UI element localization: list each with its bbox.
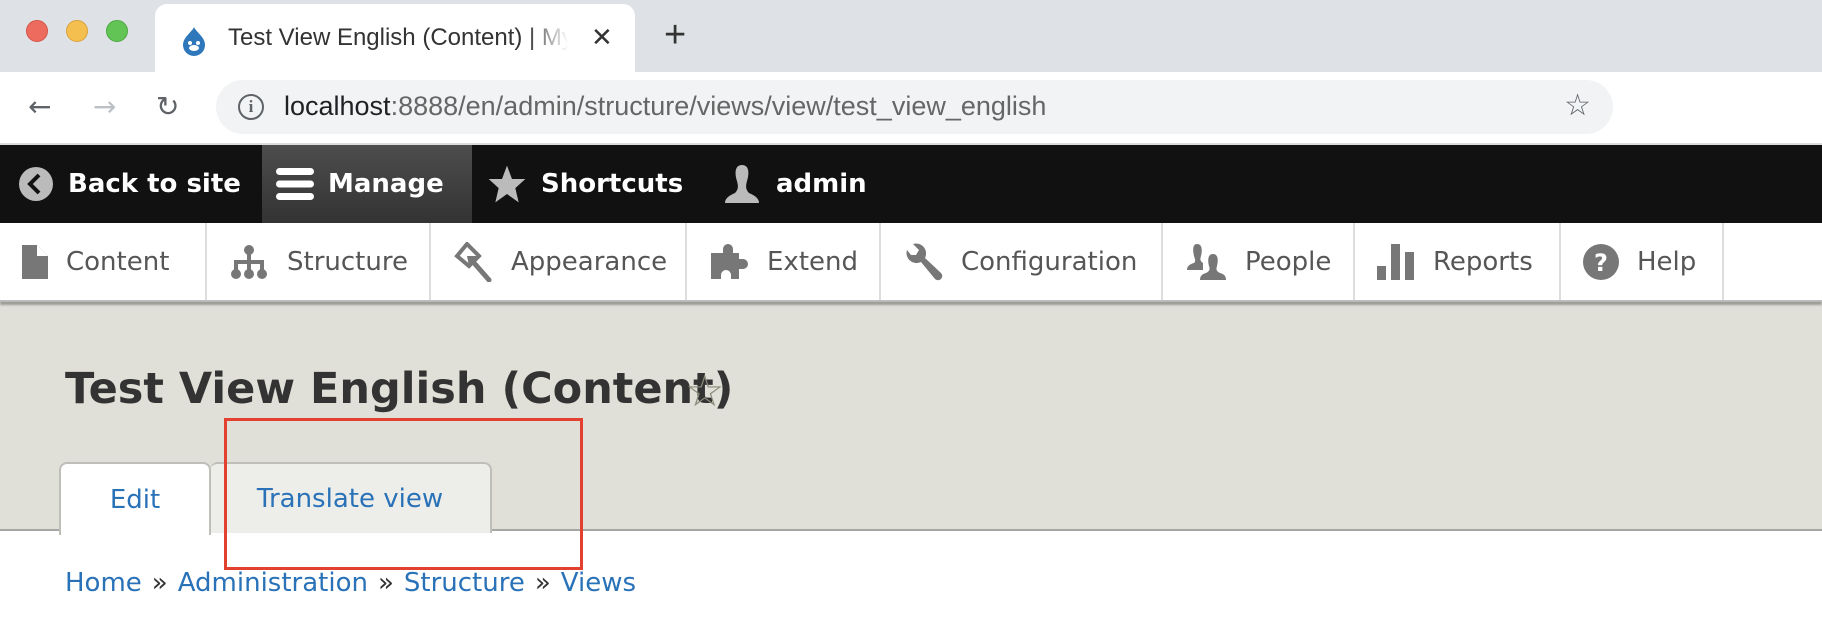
toolbar-label: admin — [776, 169, 867, 199]
toolbar-back-to-site[interactable]: Back to site — [18, 145, 241, 223]
toolbar-label: Shortcuts — [541, 169, 684, 199]
tray-label: Configuration — [961, 246, 1138, 277]
tray-label: Help — [1637, 246, 1697, 277]
tray-item-extend[interactable]: Extend — [687, 223, 881, 300]
toolbar-label: Manage — [328, 169, 444, 199]
tab-translate-view[interactable]: Translate view — [210, 462, 492, 533]
address-bar[interactable]: i localhost:8888/en/admin/structure/view… — [216, 80, 1613, 134]
file-icon — [22, 244, 48, 279]
puzzle-icon — [709, 243, 749, 281]
bar-chart-icon — [1377, 243, 1415, 280]
breadcrumb: Home » Administration » Structure » Views — [65, 568, 636, 598]
window-close-button[interactable] — [26, 20, 48, 42]
tray-label: Reports — [1433, 246, 1533, 277]
toolbar-label: Back to site — [68, 169, 241, 199]
reload-icon[interactable]: ↻ — [156, 90, 179, 123]
admin-tray: Content Structure Appearance Extend Conf… — [0, 223, 1822, 302]
breadcrumb-home[interactable]: Home — [65, 568, 142, 598]
tab-edit[interactable]: Edit — [59, 462, 211, 535]
toolbar-shortcuts[interactable]: Shortcuts — [487, 145, 683, 223]
tray-item-reports[interactable]: Reports — [1355, 223, 1561, 300]
people-icon — [1185, 242, 1227, 282]
tray-item-content[interactable]: Content — [0, 223, 207, 300]
shortcut-star-icon[interactable]: ☆ — [685, 366, 724, 417]
drupal-favicon-icon — [183, 27, 205, 56]
window-minimize-button[interactable] — [66, 20, 88, 42]
tray-item-appearance[interactable]: Appearance — [431, 223, 687, 300]
star-icon — [487, 164, 527, 204]
paint-icon — [453, 241, 493, 282]
url-text[interactable]: localhost:8888/en/admin/structure/views/… — [284, 91, 1046, 122]
breadcrumb-separator: » — [377, 568, 394, 598]
url-path: :8888/en/admin/structure/views/view/test… — [390, 91, 1047, 121]
bookmark-star-icon[interactable]: ☆ — [1564, 88, 1591, 123]
tray-item-help[interactable]: ? Help — [1561, 223, 1724, 300]
tray-item-people[interactable]: People — [1163, 223, 1355, 300]
tray-item-structure[interactable]: Structure — [207, 223, 431, 300]
wrench-icon — [903, 242, 943, 282]
browser-tab[interactable]: Test View English (Content) | My ✕ — [155, 4, 635, 72]
toolbar-manage[interactable]: Manage — [262, 145, 472, 223]
url-host: localhost — [284, 91, 391, 121]
tray-label: Structure — [287, 246, 408, 277]
page-title: Test View English (Content) — [65, 364, 734, 414]
browser-tabstrip: Test View English (Content) | My ✕ + — [0, 0, 1822, 72]
chevron-left-circle-icon — [18, 166, 54, 202]
page-header: Test View English (Content) ☆ Edit Trans… — [0, 302, 1822, 535]
back-arrow-icon[interactable]: ← — [28, 90, 51, 123]
breadcrumb-administration[interactable]: Administration — [178, 568, 368, 598]
tray-label: People — [1245, 246, 1332, 277]
tray-item-configuration[interactable]: Configuration — [881, 223, 1163, 300]
browser-address-row: ← → ↻ i localhost:8888/en/admin/structur… — [0, 72, 1822, 145]
window-zoom-button[interactable] — [106, 20, 128, 42]
tray-label: Extend — [767, 246, 858, 277]
tab-label: Translate view — [256, 483, 444, 514]
tray-label: Appearance — [511, 246, 668, 277]
breadcrumb-views[interactable]: Views — [561, 568, 636, 598]
browser-tab-title: Test View English (Content) | My — [228, 24, 568, 51]
breadcrumb-structure[interactable]: Structure — [404, 568, 525, 598]
breadcrumb-separator: » — [151, 568, 168, 598]
hamburger-icon — [276, 166, 314, 202]
tab-label: Edit — [109, 484, 161, 515]
new-tab-button[interactable]: + — [664, 14, 686, 57]
toolbar-user[interactable]: admin — [722, 145, 867, 223]
svg-text:?: ? — [1594, 249, 1608, 277]
tray-label: Content — [66, 246, 170, 277]
forward-arrow-icon[interactable]: → — [93, 90, 116, 123]
breadcrumb-separator: » — [534, 568, 551, 598]
site-info-icon[interactable]: i — [238, 94, 264, 120]
tab-close-icon[interactable]: ✕ — [591, 22, 613, 53]
user-icon — [722, 163, 762, 205]
hierarchy-icon — [229, 244, 269, 280]
admin-toolbar: Back to site Manage Shortcuts admin — [0, 145, 1822, 223]
help-icon: ? — [1583, 243, 1619, 280]
